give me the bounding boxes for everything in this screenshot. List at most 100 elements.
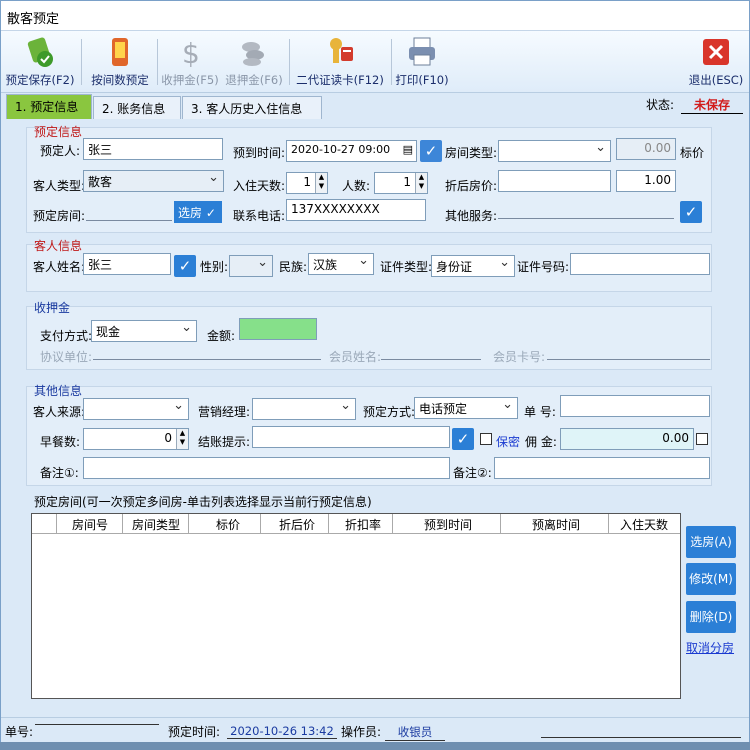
select-room-label: 选房 — [178, 206, 203, 220]
agreement-org-label: 协议单位: — [40, 350, 93, 364]
discount-price-input[interactable] — [498, 170, 611, 192]
print-button[interactable]: 打印(F10) — [395, 33, 449, 91]
room-type-select[interactable] — [498, 140, 611, 162]
id-type-label: 证件类型: — [380, 260, 433, 274]
people-spinner[interactable]: ▲ ▼ — [415, 173, 427, 193]
stay-days-spinner[interactable]: ▲ ▼ — [315, 173, 327, 193]
id-card-label: 二代证读卡(F12) — [296, 73, 384, 87]
column-divider — [328, 514, 329, 534]
delete-room-button[interactable]: 删除(D) — [686, 601, 736, 633]
column-divider — [260, 514, 261, 534]
refund-deposit-button[interactable]: 退押金(F6) — [225, 33, 283, 91]
footer-order-value — [35, 724, 159, 725]
discount-rate-input[interactable]: 1.00 — [616, 170, 676, 192]
checkout-hint-input[interactable] — [252, 426, 450, 448]
list-price-input[interactable]: 0.00 — [616, 138, 676, 160]
window-title: 散客预定 — [7, 12, 60, 27]
commission-checkbox[interactable] — [696, 433, 708, 445]
other-service-check[interactable]: ✓ — [680, 201, 702, 223]
close-icon — [703, 39, 729, 65]
collect-deposit-button[interactable]: $ 收押金(F5) — [161, 33, 219, 91]
refund-deposit-label: 退押金(F6) — [225, 73, 283, 87]
gender-select[interactable] — [229, 255, 273, 277]
status-bar: 单号: 预定时间: 2020-10-26 13:42 操作员: 收银员 — [1, 717, 749, 743]
column-divider — [188, 514, 189, 534]
svg-text:$: $ — [182, 37, 200, 69]
column-header-room-type[interactable]: 房间类型 — [132, 516, 180, 533]
column-divider — [56, 514, 57, 534]
arrive-time-input[interactable]: 2020-10-27 09:00 ▤ — [286, 140, 417, 162]
checkout-hint-check[interactable]: ✓ — [452, 428, 474, 450]
column-header-discount-rate[interactable]: 折扣率 — [345, 516, 381, 533]
exit-button[interactable]: 退出(ESC) — [687, 33, 745, 91]
status-label: 状态: — [646, 98, 675, 112]
guest-name-input[interactable]: 张三 — [83, 253, 171, 275]
note1-input[interactable] — [83, 457, 450, 479]
breakfast-value: 0 — [164, 431, 172, 445]
guest-name-check[interactable]: ✓ — [174, 255, 196, 277]
breakfast-label: 早餐数: — [40, 435, 81, 449]
phone-label: 联系电话: — [233, 209, 286, 223]
booking-method-select[interactable]: 电话预定 — [414, 397, 518, 419]
column-header-list-price[interactable]: 标价 — [216, 516, 240, 533]
guest-source-select[interactable] — [83, 398, 189, 420]
order-number-input[interactable] — [560, 395, 710, 417]
book-by-room-button[interactable]: 按间数预定 — [87, 33, 153, 91]
table-header: 房间号 房间类型 标价 折后价 折扣率 预到时间 预离时间 入住天数 — [32, 514, 680, 534]
sales-manager-label: 营销经理: — [198, 405, 251, 419]
breakfast-spinner[interactable]: ▲ ▼ — [176, 429, 188, 449]
phone-input[interactable]: 137XXXXXXXX — [286, 199, 426, 221]
toolbar-separator — [289, 39, 290, 85]
save-button[interactable]: 预定保存(F2) — [5, 33, 75, 91]
pay-method-label: 支付方式: — [40, 329, 93, 343]
id-card-icon — [330, 38, 353, 63]
id-number-input[interactable] — [570, 253, 710, 275]
commission-input[interactable]: 0.00 — [560, 428, 694, 450]
amount-input[interactable] — [239, 318, 317, 340]
pay-method-select[interactable]: 现金 — [91, 320, 197, 342]
book-by-room-label: 按间数预定 — [91, 73, 149, 87]
sales-manager-select[interactable] — [252, 398, 356, 420]
title-bar: 散客预定 — [1, 1, 749, 31]
booked-room-line — [86, 220, 172, 221]
note1-label: 备注①: — [40, 466, 79, 480]
arrive-time-check[interactable]: ✓ — [420, 140, 442, 162]
nation-select[interactable]: 汉族 — [308, 253, 374, 275]
status-value: 未保存 — [681, 96, 743, 114]
tab-booking-info[interactable]: 1. 预定信息 — [6, 94, 92, 119]
booking-window: 散客预定 预定保存(F2) 按间数预定 $ 收押金(F5) 退押金(F6) 二代… — [0, 0, 750, 750]
guest-name-label: 客人姓名: — [33, 260, 86, 274]
note2-input[interactable] — [494, 457, 710, 479]
people-input[interactable]: 1 ▲ ▼ — [374, 172, 428, 194]
save-label: 预定保存(F2) — [5, 73, 75, 87]
select-room-side-button[interactable]: 选房(A) — [686, 526, 736, 558]
room-type-label: 房间类型: — [445, 146, 498, 160]
agreement-org-line — [93, 359, 321, 360]
tab-billing-info[interactable]: 2. 账务信息 — [93, 96, 181, 119]
id-card-button[interactable]: 二代证读卡(F12) — [295, 33, 385, 91]
booked-rooms-table[interactable]: 房间号 房间类型 标价 折后价 折扣率 预到时间 预离时间 入住天数 — [31, 513, 681, 699]
tab-guest-history[interactable]: 3. 客人历史入住信息 — [182, 96, 322, 119]
confidential-checkbox[interactable] — [480, 433, 492, 445]
booker-label: 预定人: — [40, 144, 81, 158]
column-header-stay-days[interactable]: 入住天数 — [620, 516, 668, 533]
column-header-arrive-time[interactable]: 预到时间 — [424, 516, 472, 533]
other-service-label: 其他服务: — [445, 209, 498, 223]
taskbar-strip — [0, 742, 750, 750]
coins-icon — [242, 42, 264, 66]
column-header-room-no[interactable]: 房间号 — [72, 516, 108, 533]
column-divider — [500, 514, 501, 534]
id-type-select[interactable]: 身份证 — [431, 255, 515, 277]
stay-days-input[interactable]: 1 ▲ ▼ — [286, 172, 328, 194]
other-section-title: 其他信息 — [34, 384, 83, 398]
booker-input[interactable]: 张三 — [83, 138, 223, 160]
guest-type-select[interactable]: 散客 — [83, 170, 224, 192]
select-room-button[interactable]: 选房 ✓ — [174, 201, 222, 223]
edit-room-button[interactable]: 修改(M) — [686, 563, 736, 595]
breakfast-input[interactable]: 0 ▲ ▼ — [83, 428, 189, 450]
column-header-leave-time[interactable]: 预离时间 — [532, 516, 580, 533]
arrive-time-value: 2020-10-27 09:00 — [291, 143, 391, 156]
other-service-line — [498, 218, 674, 219]
column-header-discount-price[interactable]: 折后价 — [279, 516, 315, 533]
cancel-room-assignment-link[interactable]: 取消分房 — [686, 639, 734, 656]
